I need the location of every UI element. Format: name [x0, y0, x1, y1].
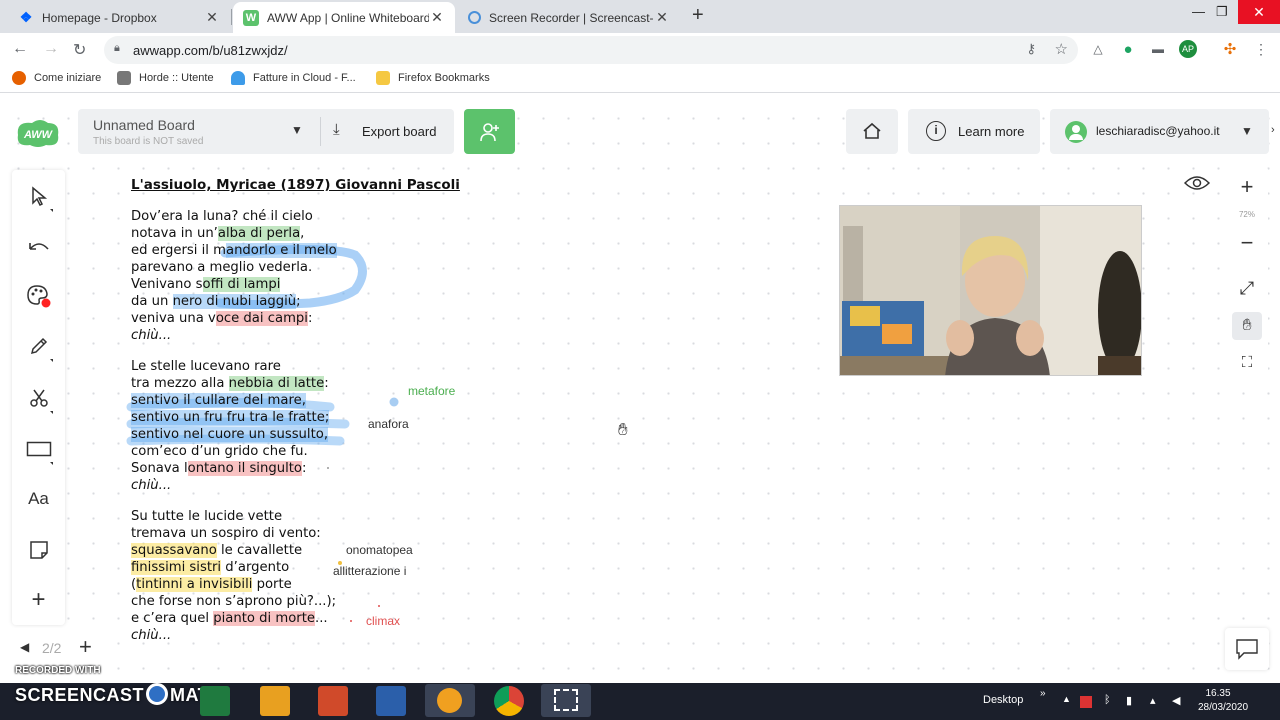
verse-line: tra mezzo alla nebbia di latte:	[131, 376, 329, 391]
verse-line: (tintinni a invisibili porte	[131, 577, 292, 592]
verse-line: e c’era quel pianto di morte...	[131, 611, 328, 626]
verse-line: chiù...	[131, 628, 172, 643]
clock-date: 28/03/2020	[1198, 702, 1249, 713]
stanza-1: Dov’era la luna? ché il cielo notava in …	[131, 208, 337, 344]
stanza-2: Le stelle lucevano rare tra mezzo alla n…	[131, 358, 330, 494]
brand-text: SCREENCAST	[15, 685, 145, 705]
snipping-icon	[554, 689, 578, 711]
verse-line: squassavano le cavallette	[131, 543, 303, 558]
toolbar-expand-icon[interactable]: »	[1040, 688, 1046, 699]
outlook-icon[interactable]	[260, 686, 290, 716]
stanza-3: Su tutte le lucide vette tremava un sosp…	[131, 508, 336, 644]
verse-line: parevano a meglio vederla.	[131, 260, 313, 275]
verse-line: sentivo il cullare del mare,	[131, 393, 306, 408]
verse-line: finissimi sistri d’argento	[131, 560, 290, 575]
taskbar-clock[interactable]: 16.35 28/03/2020	[1198, 687, 1249, 715]
tray-app-icon[interactable]	[1080, 696, 1092, 708]
verse-line: notava in un’alba di perla,	[131, 226, 305, 241]
poem-title: L'assiuolo, Myricae (1897) Giovanni Pasc…	[131, 177, 460, 193]
verse-line: tremava un sospiro di vento:	[131, 526, 321, 541]
verse-line: sentivo nel cuore un sussulto,	[131, 427, 329, 442]
verse-line: chiù...	[131, 478, 172, 493]
chrome-icon[interactable]	[494, 686, 524, 716]
word-icon[interactable]	[376, 686, 406, 716]
annotation-anafora[interactable]: anafora	[368, 417, 409, 431]
desktop-toolbar-label[interactable]: Desktop	[983, 694, 1023, 706]
clock-time: 16.35	[1205, 688, 1231, 699]
verse-line: chiù...	[131, 328, 172, 343]
screencast-logo-icon	[146, 683, 169, 705]
verse-line: veniva una voce dai campi:	[131, 311, 313, 326]
tray-up-arrow-icon[interactable]: ▲	[1062, 694, 1071, 704]
verse-line: che forse non s’aprono più?...);	[131, 594, 337, 609]
volume-icon[interactable]: ◀	[1172, 694, 1180, 707]
active-app-slot[interactable]	[425, 684, 475, 717]
snipping-tool-slot[interactable]	[541, 684, 591, 717]
recorded-with-label: RECORDED WITH	[15, 665, 101, 676]
verse-line: Sonava lontano il singulto:	[131, 461, 307, 476]
powerpoint-icon[interactable]	[318, 686, 348, 716]
verse-line: com’eco d’un grido che fu.	[131, 444, 308, 459]
annotation-climax[interactable]: climax	[366, 614, 400, 628]
wifi-icon[interactable]: ▴	[1150, 694, 1156, 707]
annotation-onomatopea[interactable]: onomatopea	[346, 543, 413, 557]
verse-line: sentivo un fru fru tra le fratte;	[131, 410, 330, 425]
screencast-watermark: SCREENCASTMATIC	[15, 683, 228, 706]
verse-line: Le stelle lucevano rare	[131, 359, 281, 374]
annotation-allitterazione[interactable]: allitterazione i	[333, 564, 406, 578]
bluetooth-icon[interactable]: ᛒ	[1104, 694, 1111, 706]
verse-line: da un nero di nubi laggiù;	[131, 294, 301, 309]
verse-line: Dov’era la luna? ché il cielo	[131, 209, 313, 224]
excel-icon[interactable]	[200, 686, 230, 716]
verse-line: ed ergersi il mandorlo e il melo	[131, 243, 337, 258]
recorder-app-icon	[437, 688, 462, 713]
annotation-metafore[interactable]: metafore	[408, 384, 455, 398]
verse-line: Venivano soffi di lampi	[131, 277, 281, 292]
verse-line: Su tutte le lucide vette	[131, 509, 283, 524]
tray-device-icon[interactable]: ▮	[1126, 694, 1132, 707]
